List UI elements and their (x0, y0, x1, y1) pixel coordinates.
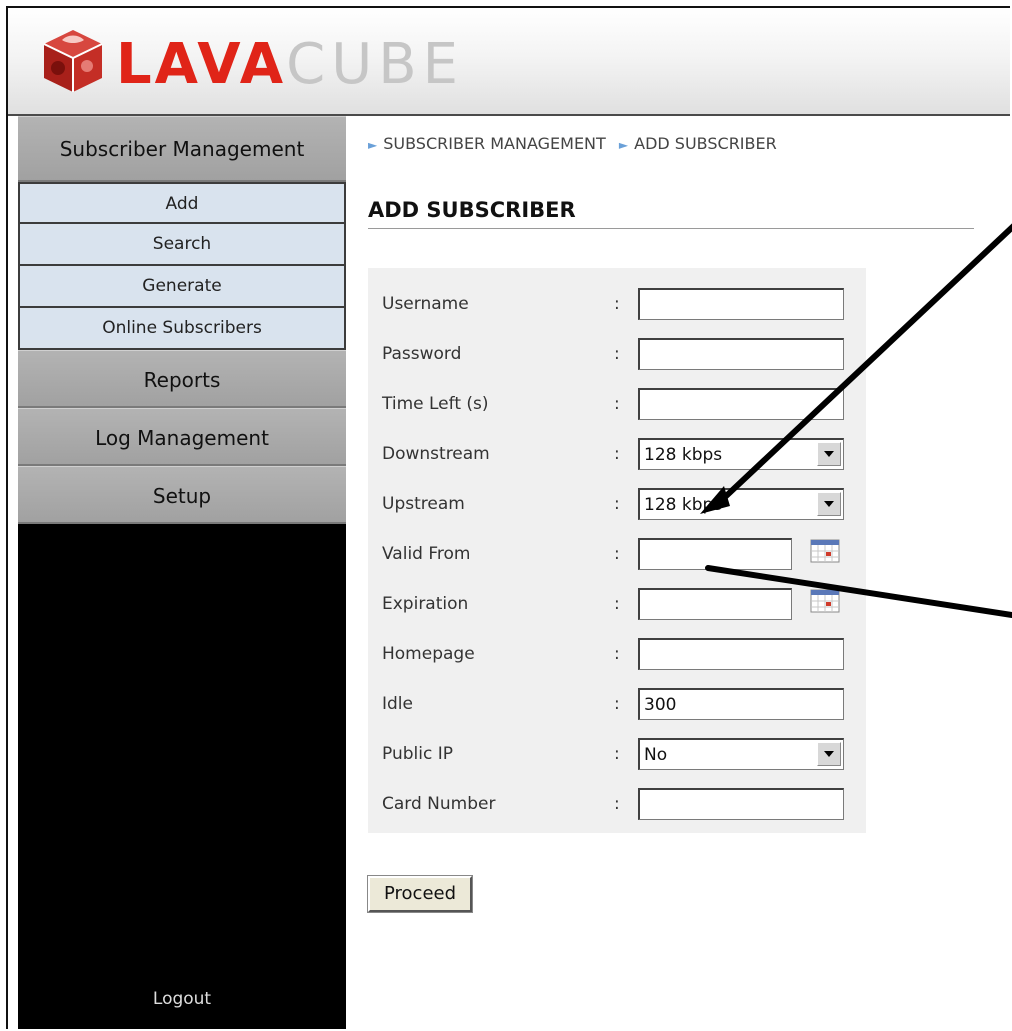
annotation-arrow-head (700, 486, 730, 514)
annotation-line (705, 565, 1012, 618)
annotation-arrow-line (721, 223, 1012, 501)
app-frame: LAVACUBE Subscriber Management Add Searc… (6, 6, 1012, 1029)
annotation-overlay (700, 223, 1012, 618)
